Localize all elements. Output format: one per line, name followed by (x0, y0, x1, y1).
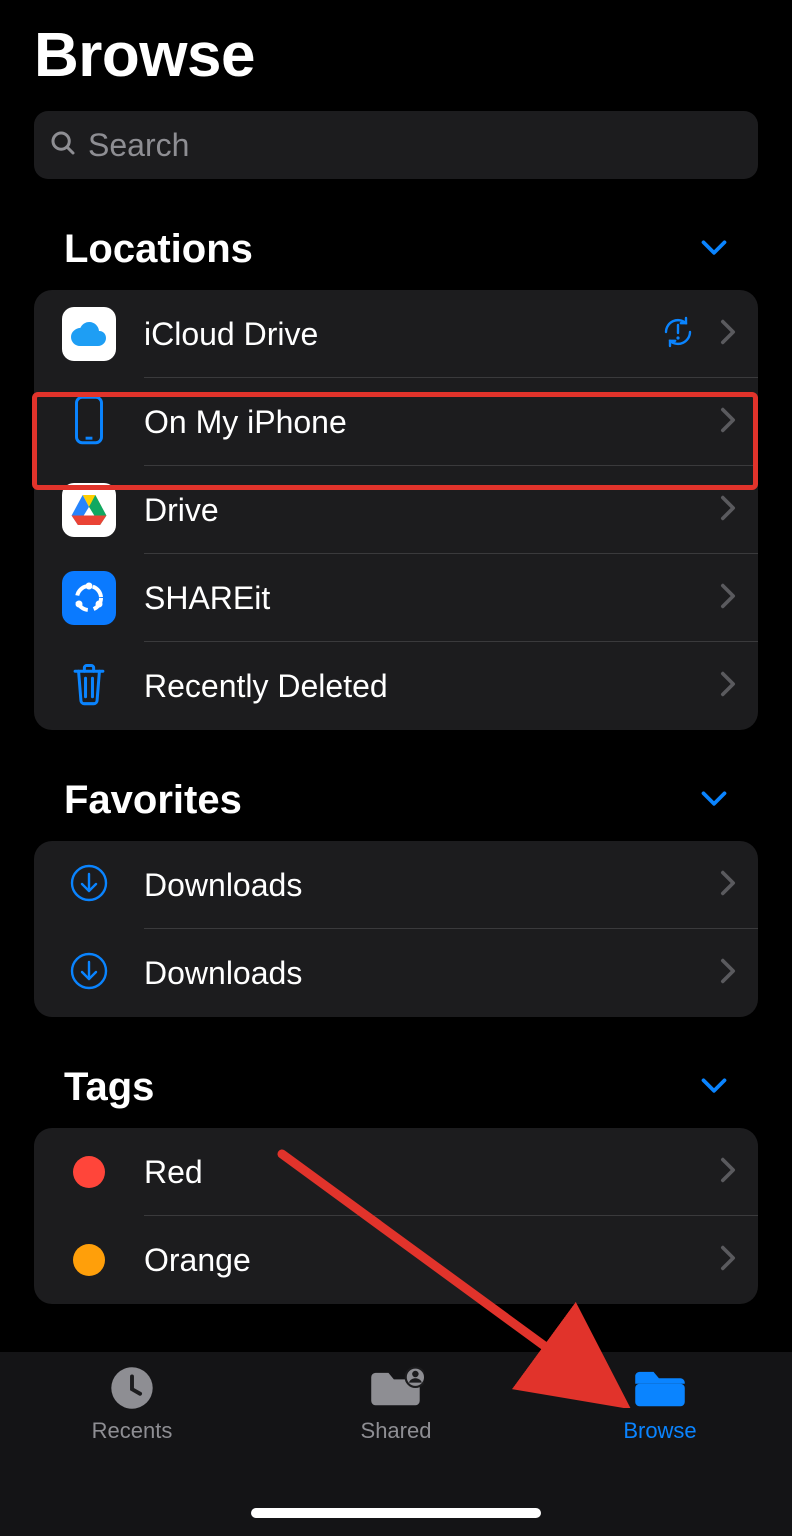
tag-label: Orange (116, 1242, 720, 1279)
icloud-icon (62, 307, 116, 361)
tags-title: Tags (64, 1065, 154, 1110)
tag-label: Red (116, 1154, 720, 1191)
favorite-downloads-2[interactable]: Downloads (34, 929, 758, 1017)
location-on-my-iphone[interactable]: On My iPhone (34, 378, 758, 466)
clock-icon (104, 1364, 160, 1412)
favorite-label: Downloads (116, 867, 720, 904)
locations-title: Locations (64, 227, 253, 272)
chevron-right-icon (720, 1157, 736, 1188)
folder-icon (632, 1364, 688, 1412)
tab-bar: Recents Shared Browse (0, 1352, 792, 1536)
chevron-right-icon (720, 583, 736, 614)
shareit-icon (62, 571, 116, 625)
location-shareit[interactable]: SHAREit (34, 554, 758, 642)
location-icloud-drive[interactable]: iCloud Drive (34, 290, 758, 378)
tag-orange[interactable]: Orange (34, 1216, 758, 1304)
chevron-right-icon (720, 671, 736, 702)
location-label: iCloud Drive (116, 316, 660, 353)
tab-label: Browse (623, 1418, 696, 1444)
page-title: Browse (34, 20, 758, 91)
tag-color-icon (73, 1156, 105, 1188)
chevron-right-icon (720, 958, 736, 989)
tag-red[interactable]: Red (34, 1128, 758, 1216)
page-header: Browse (0, 0, 792, 101)
favorite-label: Downloads (116, 955, 720, 992)
search-input[interactable]: Search (34, 111, 758, 179)
tab-recents[interactable]: Recents (32, 1364, 232, 1536)
tab-label: Shared (361, 1418, 432, 1444)
tags-header[interactable]: Tags (34, 1017, 758, 1128)
favorites-group: Downloads Downloads (34, 841, 758, 1017)
tab-label: Recents (92, 1418, 173, 1444)
chevron-right-icon (720, 495, 736, 526)
location-recently-deleted[interactable]: Recently Deleted (34, 642, 758, 730)
location-drive[interactable]: Drive (34, 466, 758, 554)
download-icon (69, 951, 109, 996)
location-label: Recently Deleted (116, 668, 720, 705)
chevron-right-icon (720, 319, 736, 350)
location-label: SHAREit (116, 580, 720, 617)
home-indicator[interactable] (251, 1508, 541, 1518)
chevron-down-icon (700, 1074, 728, 1101)
iphone-icon (72, 395, 106, 450)
shared-folder-icon (368, 1364, 424, 1412)
search-icon (48, 128, 78, 163)
sync-status-icon (660, 314, 696, 355)
chevron-down-icon (700, 236, 728, 263)
favorite-downloads-1[interactable]: Downloads (34, 841, 758, 929)
download-icon (69, 863, 109, 908)
chevron-right-icon (720, 870, 736, 901)
search-placeholder: Search (88, 127, 189, 164)
favorites-title: Favorites (64, 778, 242, 823)
google-drive-icon (62, 483, 116, 537)
favorites-header[interactable]: Favorites (34, 730, 758, 841)
locations-group: iCloud Drive On My iPhone (34, 290, 758, 730)
tab-browse[interactable]: Browse (560, 1364, 760, 1536)
location-label: Drive (116, 492, 720, 529)
tag-color-icon (73, 1244, 105, 1276)
chevron-right-icon (720, 407, 736, 438)
locations-header[interactable]: Locations (34, 179, 758, 290)
trash-icon (70, 662, 108, 711)
location-label: On My iPhone (116, 404, 720, 441)
chevron-right-icon (720, 1245, 736, 1276)
tags-group: Red Orange (34, 1128, 758, 1304)
chevron-down-icon (700, 787, 728, 814)
